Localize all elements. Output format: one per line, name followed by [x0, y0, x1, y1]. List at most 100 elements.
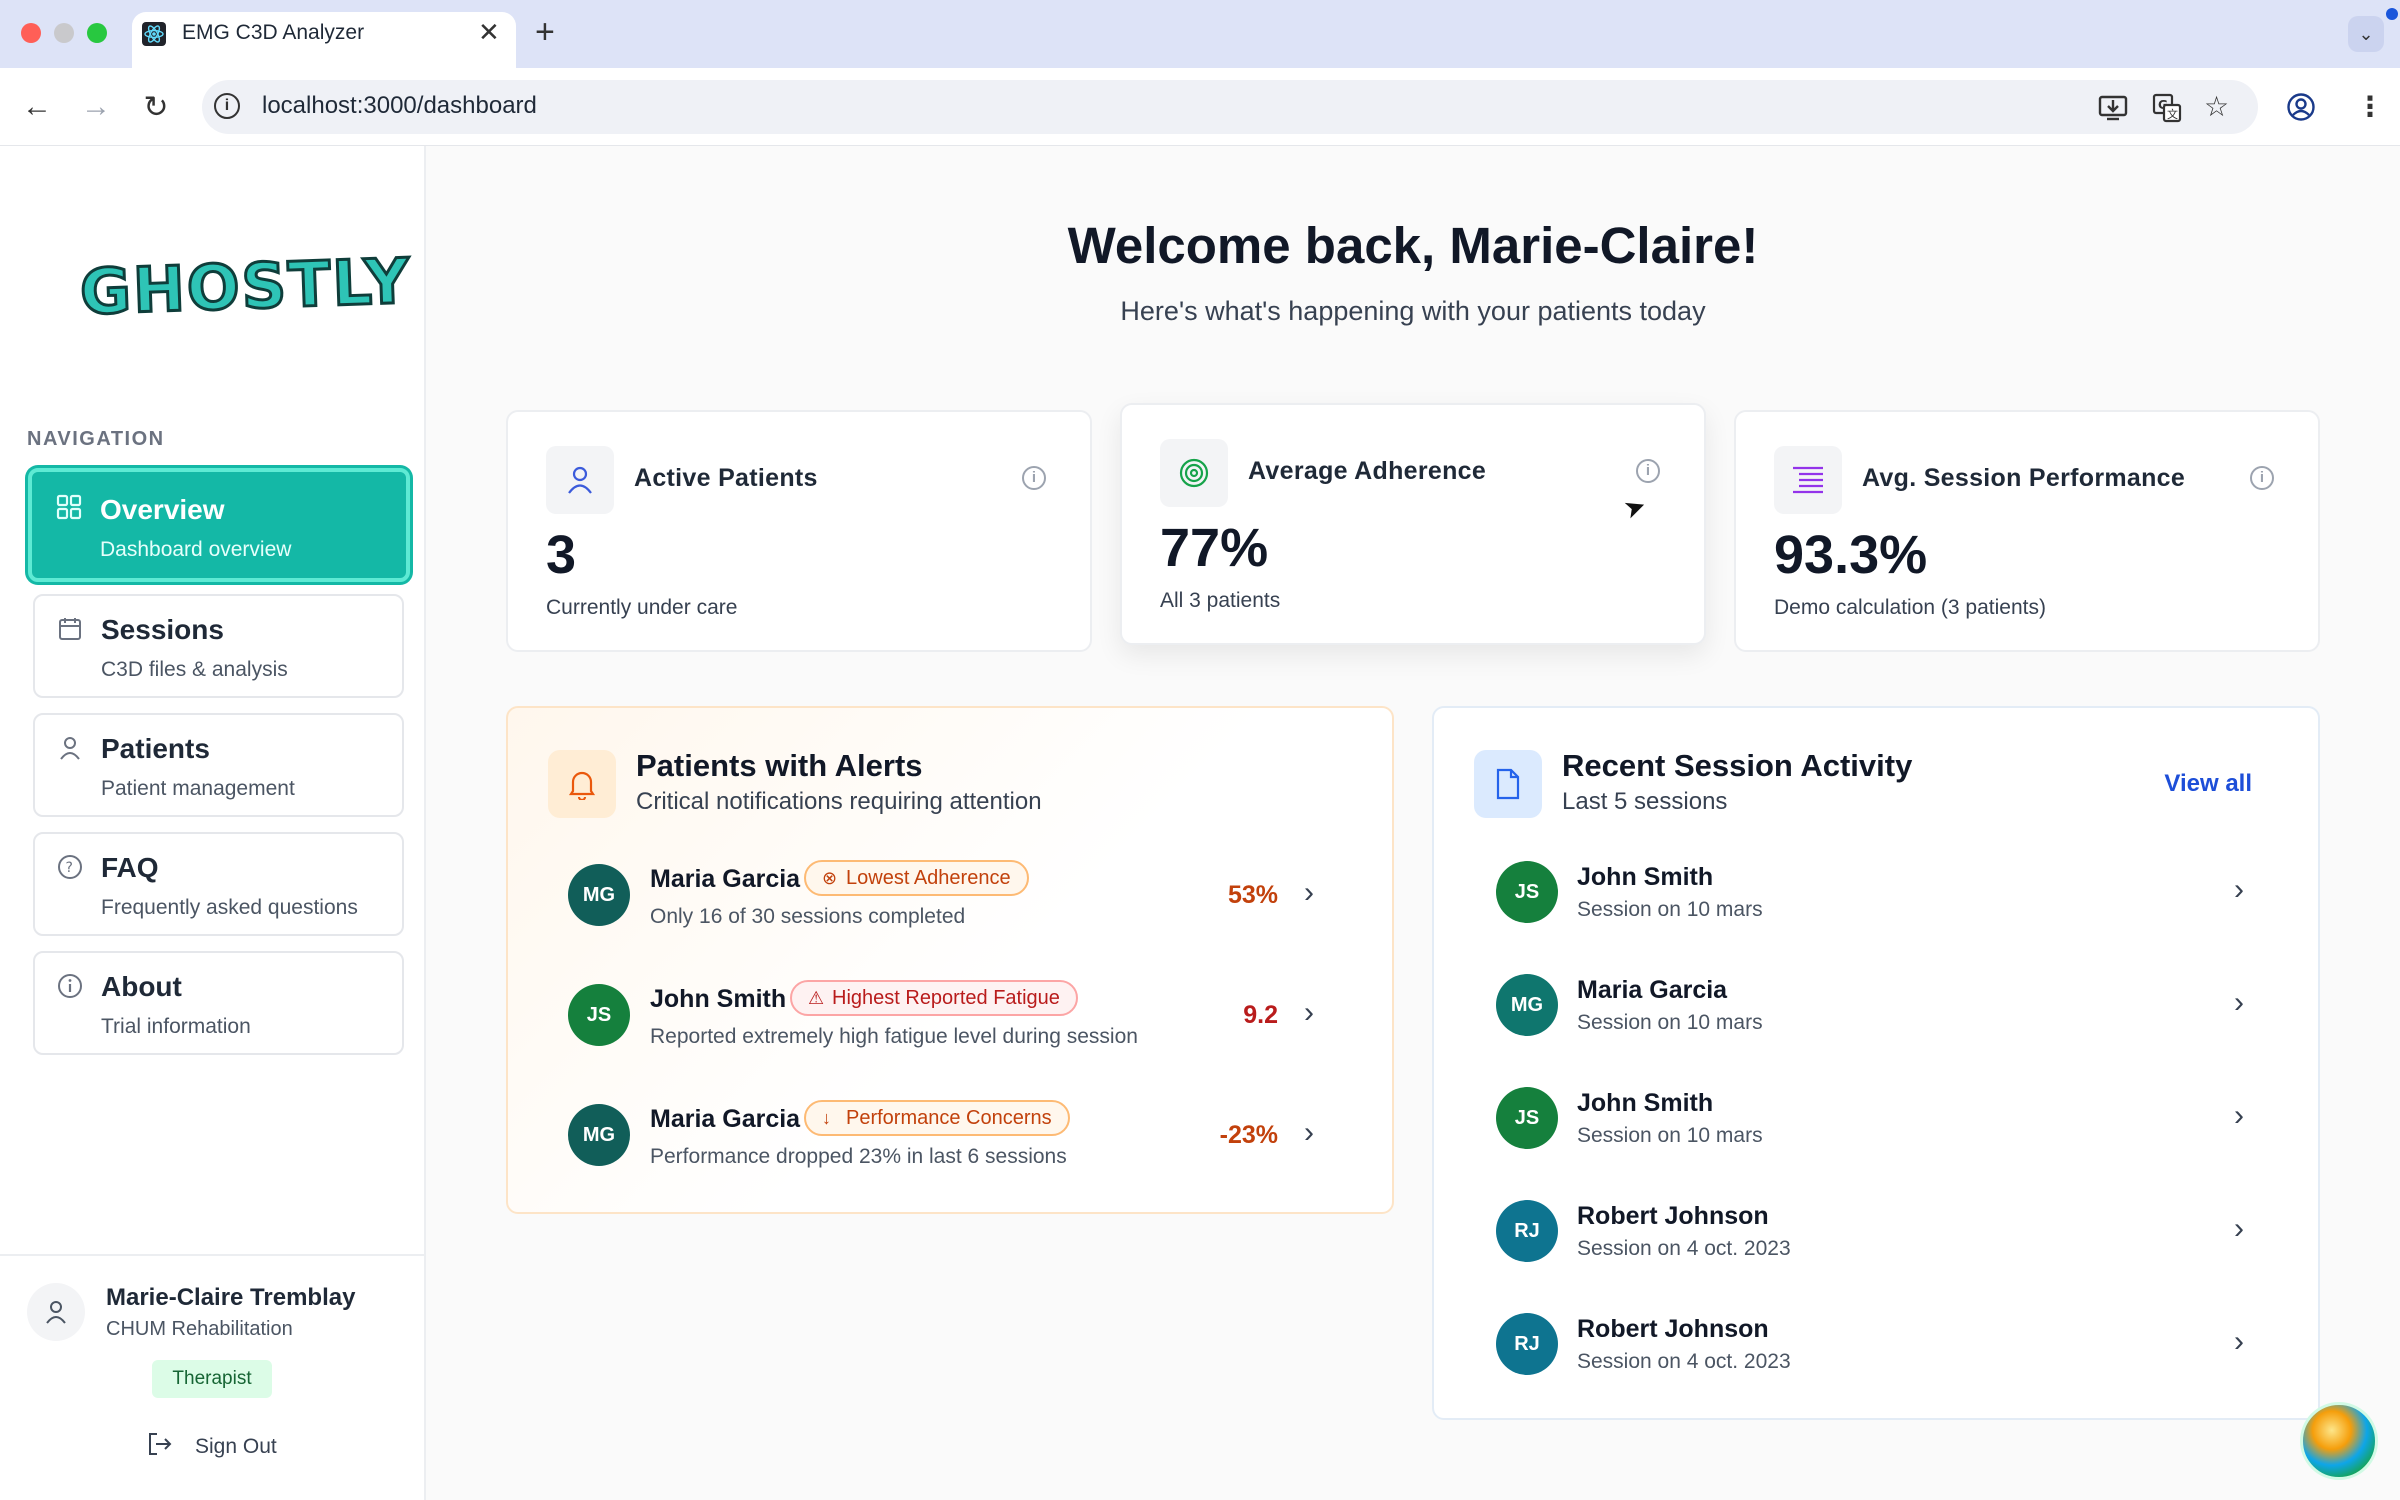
window-close-button[interactable]	[21, 23, 41, 43]
badge-label: Lowest Adherence	[846, 867, 1011, 889]
chevron-right-icon[interactable]: ›	[2234, 1325, 2244, 1359]
avatar: RJ	[1496, 1313, 1558, 1375]
tab-search-chevron-icon[interactable]: ⌄	[2348, 16, 2384, 52]
sidebar-item-overview[interactable]: Overview Dashboard overview	[28, 468, 410, 582]
forward-arrow-icon[interactable]: →	[76, 90, 116, 124]
user-avatar[interactable]	[27, 1283, 85, 1341]
tab-close-icon[interactable]: ✕	[478, 17, 500, 48]
info-icon[interactable]: i	[1636, 459, 1660, 483]
arrow-down-icon: ↓	[822, 1108, 831, 1128]
session-date: Session on 10 mars	[1577, 898, 1763, 921]
alert-badge: ↓ Performance Concerns	[804, 1100, 1070, 1136]
bookmark-star-icon[interactable]: ☆	[2204, 90, 2229, 123]
sidebar-item-faq[interactable]: ? FAQ Frequently asked questions	[33, 832, 404, 936]
alert-badge: ⚠ Highest Reported Fatigue	[790, 980, 1078, 1016]
sidebar-item-about[interactable]: About Trial information	[33, 951, 404, 1055]
alert-patient-name[interactable]: Maria Garcia	[650, 1105, 800, 1134]
new-tab-button[interactable]: +	[535, 13, 555, 52]
avatar: MG	[1496, 974, 1558, 1036]
user-organization: CHUM Rehabilitation	[106, 1318, 293, 1340]
chevron-right-icon[interactable]: ›	[1304, 876, 1314, 910]
chevron-right-icon[interactable]: ›	[2234, 873, 2244, 907]
chevron-right-icon[interactable]: ›	[1304, 996, 1314, 1030]
profile-icon[interactable]	[2286, 92, 2316, 122]
stat-card-average-adherence: Average Adherence i 77% All 3 patients	[1120, 403, 1706, 645]
badge-label: Performance Concerns	[846, 1107, 1052, 1129]
back-arrow-icon[interactable]: ←	[17, 90, 57, 124]
document-icon	[1474, 750, 1542, 818]
alert-patient-name[interactable]: Maria Garcia	[650, 865, 800, 894]
chevron-right-icon[interactable]: ›	[2234, 986, 2244, 1020]
warning-triangle-icon: ⚠	[808, 988, 825, 1008]
floating-assistant-button[interactable]	[2300, 1402, 2378, 1480]
sign-out-icon[interactable]	[145, 1430, 173, 1465]
reload-icon[interactable]: ↻	[136, 90, 176, 125]
stat-card-avg-session-performance: Avg. Session Performance i 93.3% Demo ca…	[1734, 410, 2320, 652]
badge-label: Highest Reported Fatigue	[832, 987, 1060, 1009]
stat-value: 3	[546, 525, 577, 585]
sidebar-item-label: Patients	[101, 733, 210, 764]
profile-indicator-dot	[2386, 8, 2398, 20]
session-patient-name[interactable]: John Smith	[1577, 1089, 1713, 1118]
stat-title: Average Adherence	[1248, 457, 1487, 485]
sidebar-item-label: Sessions	[101, 614, 224, 645]
install-app-icon[interactable]	[2098, 94, 2128, 122]
sidebar-item-sub: Frequently asked questions	[101, 896, 358, 919]
x-circle-icon: ⊗	[822, 868, 838, 888]
alert-metric: -23%	[1219, 1121, 1278, 1149]
tab-title: EMG C3D Analyzer	[182, 21, 365, 44]
sidebar-item-sub: C3D files & analysis	[101, 658, 288, 681]
browser-menu-icon[interactable]: ⋮	[2356, 90, 2384, 123]
session-patient-name[interactable]: Robert Johnson	[1577, 1202, 1769, 1231]
person-icon	[546, 446, 614, 514]
role-badge: Therapist	[152, 1360, 272, 1398]
session-patient-name[interactable]: Robert Johnson	[1577, 1315, 1769, 1344]
sidebar-item-label: About	[101, 971, 182, 1002]
page-subtitle: Here's what's happening with your patien…	[1120, 296, 1706, 326]
alert-description: Performance dropped 23% in last 6 sessio…	[650, 1145, 1067, 1168]
session-patient-name[interactable]: Maria Garcia	[1577, 976, 1727, 1005]
bell-icon	[548, 750, 616, 818]
sidebar-item-sub: Patient management	[101, 777, 295, 800]
site-info-icon[interactable]: i	[214, 93, 240, 119]
sidebar-item-patients[interactable]: Patients Patient management	[33, 713, 404, 817]
stat-subtitle: Demo calculation (3 patients)	[1774, 596, 2046, 619]
react-favicon-icon	[142, 22, 166, 46]
info-icon[interactable]: i	[2250, 466, 2274, 490]
chevron-right-icon[interactable]: ›	[2234, 1212, 2244, 1246]
translate-icon[interactable]: G 文	[2152, 93, 2182, 123]
window-minimize-button[interactable]	[54, 23, 74, 43]
session-patient-name[interactable]: John Smith	[1577, 863, 1713, 892]
chevron-right-icon[interactable]: ›	[1304, 1116, 1314, 1150]
user-name: Marie-Claire Tremblay	[106, 1284, 356, 1311]
sidebar-item-sub: Trial information	[101, 1015, 251, 1038]
recent-session-panel: Recent Session Activity Last 5 sessions …	[1432, 706, 2320, 1420]
sidebar-divider	[0, 1254, 426, 1256]
chevron-right-icon[interactable]: ›	[2234, 1099, 2244, 1133]
sidebar-item-sessions[interactable]: Sessions C3D files & analysis	[33, 594, 404, 698]
stat-title: Avg. Session Performance	[1862, 464, 2186, 492]
window-zoom-button[interactable]	[87, 23, 107, 43]
view-all-link[interactable]: View all	[2164, 770, 2252, 798]
alert-metric: 53%	[1227, 881, 1278, 909]
page-title: Welcome back, Marie-Claire!	[1067, 217, 1759, 274]
panel-subtitle: Critical notifications requiring attenti…	[636, 788, 1042, 815]
list-icon	[1774, 446, 1842, 514]
svg-text:文: 文	[2167, 107, 2178, 121]
session-date: Session on 4 oct. 2023	[1577, 1237, 1791, 1260]
alert-patient-name[interactable]: John Smith	[650, 985, 786, 1014]
sign-out-button[interactable]: Sign Out	[195, 1435, 277, 1459]
avatar: JS	[1496, 861, 1558, 923]
alert-description: Reported extremely high fatigue level du…	[650, 1025, 1138, 1048]
person-icon	[57, 735, 83, 768]
alert-description: Only 16 of 30 sessions completed	[650, 905, 966, 928]
grid-icon	[56, 494, 82, 527]
session-date: Session on 10 mars	[1577, 1124, 1763, 1147]
avatar: JS	[568, 984, 630, 1046]
sidebar-item-sub: Dashboard overview	[100, 538, 292, 561]
stat-title: Active Patients	[634, 464, 818, 492]
stat-subtitle: All 3 patients	[1160, 589, 1281, 612]
info-icon[interactable]: i	[1022, 466, 1046, 490]
stat-subtitle: Currently under care	[546, 596, 738, 619]
url-text[interactable]: localhost:3000/dashboard	[262, 92, 537, 120]
